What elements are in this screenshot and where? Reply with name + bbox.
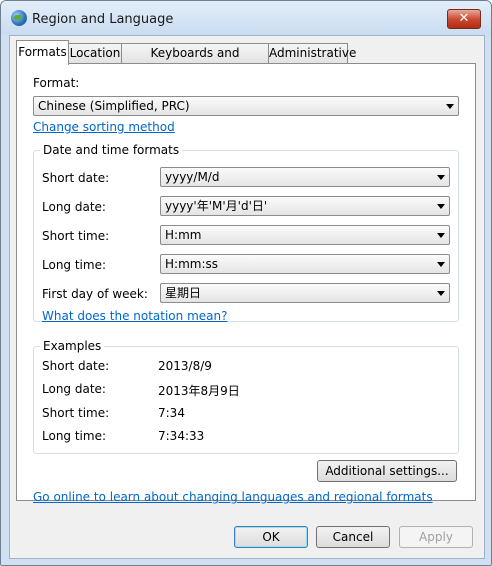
short-time-label: Short time: [42, 229, 110, 243]
example-short-time-label: Short time: [42, 406, 110, 420]
chevron-down-icon [437, 233, 445, 238]
additional-settings-button[interactable]: Additional settings... [317, 460, 457, 482]
format-label: Format: [33, 76, 80, 90]
long-date-label: Long date: [42, 200, 106, 214]
dialog-client: Formats Location Keyboards and Languages… [9, 35, 485, 559]
example-short-date-label: Short date: [42, 359, 110, 373]
notation-link[interactable]: What does the notation mean? [42, 309, 227, 323]
chevron-down-icon [437, 204, 445, 209]
online-help-link[interactable]: Go online to learn about changing langua… [33, 490, 433, 504]
chevron-down-icon [437, 291, 445, 296]
short-date-label: Short date: [42, 171, 110, 185]
short-date-combobox[interactable]: yyyy/M/d [160, 167, 450, 187]
examples-title: Examples [40, 339, 105, 353]
window-title: Region and Language [32, 12, 174, 27]
examples-group: Examples Short date: 2013/8/9 Long date:… [33, 339, 459, 454]
long-date-value: yyyy'年'M'月'd'日' [165, 199, 268, 213]
formats-panel: Format: Chinese (Simplified, PRC) Change… [16, 63, 476, 504]
example-long-time-label: Long time: [42, 429, 107, 443]
example-long-time-value: 7:34:33 [158, 429, 205, 443]
apply-button[interactable]: Apply [399, 526, 473, 548]
close-button[interactable]: ✕ [447, 9, 481, 29]
long-time-label: Long time: [42, 258, 107, 272]
chevron-down-icon [437, 262, 445, 267]
example-long-date-value: 2013年8月9日 [158, 384, 240, 398]
title-bar[interactable]: Region and Language ✕ [1, 1, 491, 35]
short-time-combobox[interactable]: H:mm [160, 225, 450, 245]
example-short-date-value: 2013/8/9 [158, 359, 212, 373]
region-language-window: Region and Language ✕ Formats Location K… [0, 0, 492, 566]
first-day-of-week-combobox[interactable]: 星期日 [160, 283, 450, 303]
tab-location[interactable]: Location [68, 43, 122, 64]
globe-icon [11, 10, 27, 26]
first-day-of-week-label: First day of week: [42, 287, 148, 301]
format-value: Chinese (Simplified, PRC) [38, 99, 190, 113]
example-short-time-value: 7:34 [158, 406, 185, 420]
tab-administrative[interactable]: Administrative [268, 43, 356, 64]
date-time-formats-group: Date and time formats Short date: yyyy/M… [33, 143, 459, 323]
long-time-combobox[interactable]: H:mm:ss [160, 254, 450, 274]
tab-keyboards-and-languages[interactable]: Keyboards and Languages [121, 43, 269, 79]
short-date-value: yyyy/M/d [165, 170, 220, 184]
date-time-formats-title: Date and time formats [40, 143, 183, 157]
chevron-down-icon [437, 175, 445, 180]
format-combobox[interactable]: Chinese (Simplified, PRC) [33, 96, 459, 116]
long-time-value: H:mm:ss [165, 257, 218, 271]
ok-button[interactable]: OK [234, 526, 308, 548]
change-sorting-link[interactable]: Change sorting method [33, 120, 175, 134]
first-day-of-week-value: 星期日 [165, 286, 202, 300]
chevron-down-icon [446, 104, 454, 109]
tab-formats[interactable]: Formats [16, 40, 69, 65]
cancel-button[interactable]: Cancel [316, 526, 390, 548]
short-time-value: H:mm [165, 228, 202, 242]
long-date-combobox[interactable]: yyyy'年'M'月'd'日' [160, 196, 450, 216]
example-long-date-label: Long date: [42, 382, 106, 396]
